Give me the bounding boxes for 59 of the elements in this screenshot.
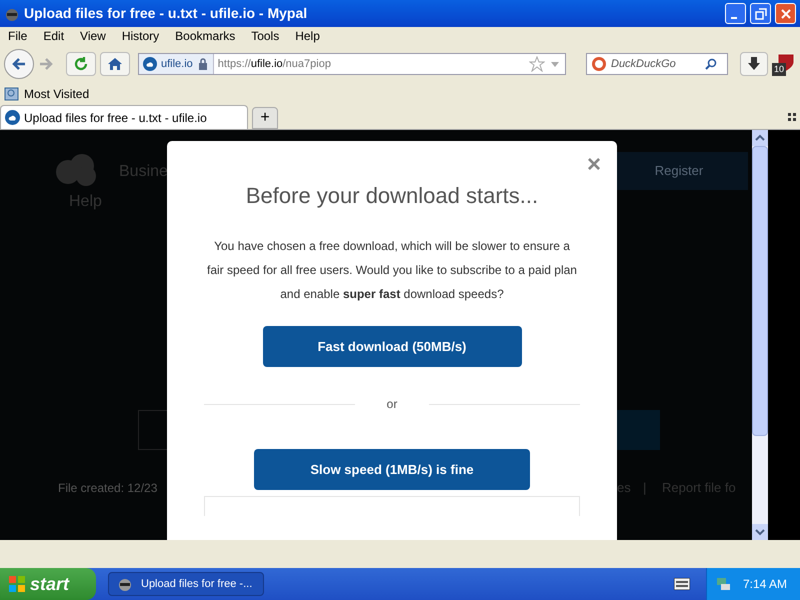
- tab-list-icon[interactable]: [788, 113, 796, 121]
- menu-item[interactable]: Edit: [43, 27, 64, 45]
- site-logo-icon: [143, 57, 157, 71]
- lock-icon: [196, 58, 209, 70]
- site-identity: ufile.io: [161, 56, 193, 72]
- bookmark-folder-icon: [4, 86, 20, 102]
- back-button[interactable]: [4, 49, 34, 79]
- browser-tab[interactable]: Upload files for free - u.txt - ufile.io: [0, 105, 248, 129]
- site-logo-icon: [5, 110, 20, 125]
- scroll-down-icon[interactable]: [752, 524, 768, 540]
- close-button[interactable]: ×: [586, 153, 601, 177]
- vertical-scrollbar[interactable]: [752, 130, 768, 540]
- slow-download-button[interactable]: Slow speed (1MB/s) is fine: [254, 449, 530, 490]
- back-arrow-icon: [11, 56, 27, 72]
- clock: 7:14 AM: [743, 576, 788, 593]
- maximize-icon: [754, 8, 766, 20]
- maximize-button[interactable]: [750, 3, 771, 24]
- reload-icon: [73, 56, 89, 72]
- close-icon: [780, 8, 792, 20]
- search-icon[interactable]: [705, 58, 717, 70]
- taskbar-button[interactable]: Upload files for free -...: [108, 572, 264, 596]
- search-bar[interactable]: DuckDuckGo: [586, 53, 728, 75]
- taskbar-label: Upload files for free -...: [141, 576, 252, 592]
- scroll-thumb[interactable]: [752, 146, 768, 436]
- fast-download-button[interactable]: Fast download (50MB/s): [262, 326, 522, 367]
- menu-item[interactable]: Help: [295, 27, 320, 45]
- url-text: https://ufile.io/nua7piop: [216, 56, 332, 72]
- keyboard-icon[interactable]: [674, 578, 690, 590]
- modal-title: Before your download starts...: [246, 182, 538, 210]
- network-icon[interactable]: [715, 576, 731, 592]
- new-tab-button[interactable]: +: [252, 107, 278, 129]
- divider-label: or: [386, 396, 398, 413]
- start-button[interactable]: start: [0, 568, 96, 600]
- menu-item[interactable]: View: [80, 27, 106, 45]
- menu-item[interactable]: Tools: [251, 27, 280, 45]
- scroll-up-icon[interactable]: [752, 130, 768, 146]
- file-info: File created: 12/23: [58, 480, 158, 497]
- close-button[interactable]: [775, 3, 796, 24]
- menu-item[interactable]: Bookmarks: [175, 27, 236, 45]
- home-button[interactable]: [100, 52, 130, 76]
- search-field[interactable]: DuckDuckGo: [611, 56, 701, 72]
- home-icon: [107, 56, 123, 72]
- addon-badge: 10: [772, 62, 786, 76]
- window-title: Upload files for free - u.txt - ufile.io - Mypal: [24, 4, 308, 23]
- tab-title: Upload files for free - u.txt - ufile.io: [24, 110, 207, 126]
- menu-item[interactable]: History: [122, 27, 160, 45]
- star-icon[interactable]: [529, 56, 545, 72]
- windows-logo-icon: [8, 575, 26, 593]
- modal-description: You have chosen a free download, which will be slower to ensure a fair speed for all free users. Would you like to subscribe to a paid plan and enable super fast download speeds?: [206, 238, 578, 303]
- minimize-button[interactable]: [725, 3, 746, 24]
- download-arrow-icon: [746, 56, 762, 72]
- address-bar[interactable]: ufile.io https://ufile.io/nua7piop: [138, 53, 566, 75]
- bookmark-item[interactable]: Most Visited: [24, 85, 90, 103]
- search-engine-icon: [591, 56, 607, 72]
- menu-item[interactable]: File: [8, 27, 28, 45]
- separator: |: [643, 479, 646, 497]
- minimize-icon: [730, 16, 736, 18]
- reload-button[interactable]: [66, 52, 96, 76]
- downloads-button[interactable]: [740, 52, 768, 76]
